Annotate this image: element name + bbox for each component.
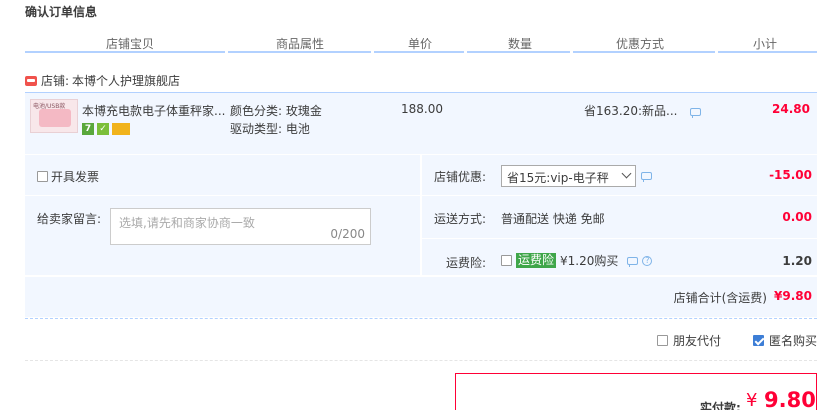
thumbnail-caption: 电池/USB款 — [33, 103, 66, 110]
shop-name-link[interactable]: 本博个人护理旗舰店 — [72, 72, 180, 89]
chevron-down-icon — [621, 168, 632, 179]
shop-icon — [25, 75, 37, 86]
unit-price: 188.00 — [401, 102, 443, 116]
discount-text: 省163.20:新品... — [584, 104, 678, 118]
invoice-option[interactable]: 开具发票 — [37, 168, 99, 185]
payment-label: 实付款: — [700, 401, 741, 410]
shop-row: 店铺: 本博个人护理旗舰店 — [25, 72, 180, 89]
chat-icon[interactable] — [690, 107, 702, 118]
column-header-item: 店铺宝贝 — [105, 37, 154, 51]
coupon-label: 店铺优惠: — [433, 170, 486, 184]
friend-pay-label: 朋友代付 — [673, 334, 722, 348]
column-header-discount: 优惠方式 — [615, 37, 664, 51]
shop-label: 店铺: — [41, 74, 70, 88]
total-divider — [25, 318, 817, 319]
seven-day-return-icon[interactable]: 7 — [82, 123, 94, 135]
column-header-quantity: 数量 — [507, 37, 532, 51]
column-divider — [25, 51, 225, 53]
row-divider — [25, 195, 420, 196]
column-divider — [718, 51, 817, 53]
column-header-subtotal: 小计 — [752, 37, 777, 51]
anonymous-checkbox[interactable] — [753, 335, 764, 346]
row-divider — [422, 195, 817, 196]
credit-card-icon[interactable] — [112, 123, 130, 135]
payment-total: 9.80 — [764, 388, 816, 410]
item-subtotal: 24.80 — [772, 102, 810, 116]
shop-total-label: 店铺合计(含运费) — [673, 291, 767, 305]
row-divider — [422, 238, 817, 239]
options-divider — [25, 360, 817, 361]
shipping-method: 普通配送 快递 免邮 — [501, 212, 605, 226]
column-header-attributes: 商品属性 — [275, 37, 324, 51]
column-header-price: 单价 — [407, 37, 432, 51]
insurance-option[interactable]: 运费险 ¥1.20购买 ? — [501, 252, 653, 269]
insurance-label: 运费险: — [445, 256, 486, 270]
message-label: 给卖家留言: — [37, 212, 102, 226]
payment-currency: ¥ — [746, 390, 758, 410]
shield-icon[interactable]: ✓ — [97, 123, 109, 135]
order-item-row: 电池/USB款 本博充电款电子体重秤家... 7 ✓ 颜色分类: 玫瑰金 驱动类… — [25, 92, 817, 154]
column-divider — [573, 51, 715, 53]
shop-total-bar: 店铺合计(含运费) ¥9.80 — [25, 277, 817, 317]
friend-pay-checkbox[interactable] — [657, 335, 668, 346]
product-name-link[interactable]: 本博充电款电子体重秤家... — [82, 102, 227, 119]
attr-color: 颜色分类: 玫瑰金 — [230, 104, 322, 118]
coupon-select[interactable]: 省15元:vip-电子秤 — [501, 165, 636, 187]
column-divider — [467, 51, 570, 53]
column-divider — [374, 51, 464, 53]
shop-total-value: ¥9.80 — [774, 289, 812, 303]
column-divider — [228, 51, 371, 53]
coupon-chat-icon[interactable] — [641, 172, 652, 182]
page-title: 确认订单信息 — [25, 5, 98, 19]
insurance-tag: 运费险 — [516, 253, 557, 268]
invoice-checkbox[interactable] — [37, 171, 48, 182]
insurance-amount: 1.20 — [782, 254, 812, 268]
shipping-amount: 0.00 — [782, 210, 812, 224]
product-thumbnail[interactable]: 电池/USB款 — [30, 99, 78, 133]
coupon-selected: 省15元:vip-电子秤 — [507, 171, 609, 185]
shipping-label: 运送方式: — [433, 212, 486, 226]
service-badges: 7 ✓ — [82, 123, 130, 135]
anonymous-option[interactable]: 匿名购买 — [753, 332, 817, 349]
insurance-price: ¥1.20购买 — [560, 254, 619, 268]
seller-message-input[interactable]: 选填,请先和商家协商一致 0/200 — [110, 208, 371, 245]
friend-pay-option[interactable]: 朋友代付 — [657, 332, 721, 349]
discount-info: 省163.20:新品... — [584, 102, 702, 119]
invoice-label: 开具发票 — [51, 170, 100, 184]
insurance-chat-icon[interactable] — [627, 256, 639, 267]
coupon-amount: -15.00 — [769, 168, 812, 182]
payment-summary: 实付款: ¥ 9.80 — [455, 373, 817, 410]
attr-drive: 驱动类型: 电池 — [230, 122, 310, 136]
insurance-checkbox[interactable] — [501, 255, 512, 266]
message-char-count: 0/200 — [330, 227, 365, 241]
anonymous-label: 匿名购买 — [769, 334, 817, 348]
help-icon[interactable]: ? — [642, 255, 653, 266]
message-placeholder: 选填,请先和商家协商一致 — [119, 216, 255, 230]
